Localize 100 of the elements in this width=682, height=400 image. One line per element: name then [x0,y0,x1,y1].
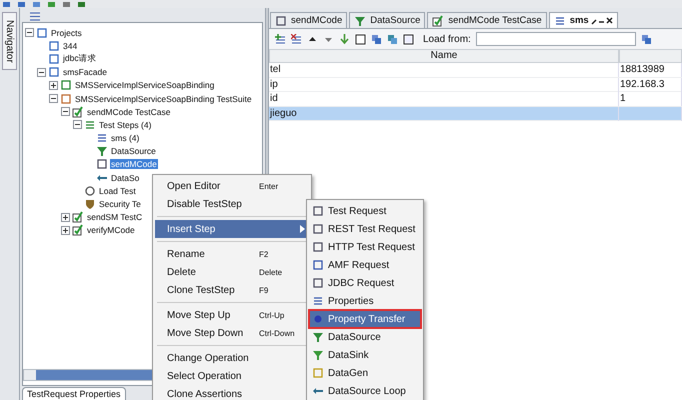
menu-item[interactable]: AMF Request [309,256,421,274]
table-row[interactable]: jieguo [269,106,682,121]
expand-toggle[interactable] [61,212,70,222]
tree-item[interactable]: sendMCode [110,159,158,170]
navigator-tab[interactable]: Navigator [2,12,17,70]
funnel-icon [96,145,108,158]
table-row[interactable]: id 1 [269,92,682,106]
small-box-icon [312,241,324,253]
collapse-toggle[interactable] [49,94,58,104]
small-box-icon [312,205,324,217]
menu-item[interactable]: DataSource [309,328,421,346]
small-box-icon [275,14,287,26]
checkmark-icon [432,14,444,26]
tree-item[interactable]: SMSServiceImplServiceSoapBinding TestSuite [74,94,253,104]
small-box-icon [312,223,324,235]
menu-item[interactable]: Property Transfer [309,310,421,328]
column-header[interactable]: Name [269,49,619,63]
menu-item[interactable]: Rename F2 [155,245,309,263]
menu-item[interactable]: HTTP Test Request [309,238,421,256]
funnel-icon [354,14,366,26]
small-box-icon [48,40,60,52]
list-icon [312,295,324,307]
tree-item[interactable]: sendSM TestC [86,212,144,222]
table-cell: id [269,92,619,106]
menu-item[interactable]: Select Operation [155,367,309,385]
menu-item[interactable]: Test Request [309,202,421,220]
tree-item[interactable]: verifyMCode [86,225,136,236]
table-cell: 18813989 [619,63,682,77]
menu-item[interactable]: Clone Assertions [155,385,309,400]
tree-item[interactable]: smsFacade [62,67,108,78]
small-box-icon [312,367,324,379]
menu-item[interactable]: JDBC Request [309,274,421,292]
menu-item[interactable]: Move Step Up Ctrl-Up [155,306,309,324]
square-icon[interactable] [355,34,366,44]
table-cell: jieguo [269,106,619,120]
tree-item[interactable]: DataSo [110,172,140,183]
editor-tab[interactable]: sendMCode TestCase [427,12,547,28]
editor-tab[interactable]: sms [548,12,618,28]
tree-item[interactable]: jdbc请求 [62,52,98,65]
tree-item[interactable]: DataSource [110,146,157,156]
download-icon[interactable] [339,34,350,44]
editor-tab[interactable]: DataSource [349,12,426,28]
remove-property-icon[interactable] [291,34,302,44]
copy-icon[interactable] [371,34,382,44]
table-cell: tel [269,63,619,77]
menu-item[interactable]: Delete Delete [155,263,309,281]
menu-item[interactable]: Change Operation [155,349,309,367]
add-property-icon[interactable] [275,34,286,44]
list-icon [96,132,108,144]
small-box-icon [312,277,324,289]
expand-toggle[interactable] [61,226,70,235]
square-icon[interactable] [403,34,414,44]
tree-item[interactable]: Security Te [98,199,142,210]
funnel-icon [312,349,324,361]
menu-item[interactable]: Properties [309,292,421,310]
small-box-icon [96,158,108,170]
tree-item[interactable]: 344 [62,40,78,51]
menu-item[interactable]: DataGen [309,364,421,382]
menu-item[interactable]: Clone TestStep F9 [155,281,309,299]
load-from-field[interactable] [476,32,636,46]
collapse-toggle[interactable] [37,68,46,77]
collapse-toggle[interactable] [73,120,82,130]
close-icon[interactable] [590,16,613,24]
table-row[interactable]: ip 192.168.3 [269,78,682,92]
copy-icon[interactable] [387,34,398,44]
menu-item[interactable]: Disable TestStep [155,195,309,213]
tree-item[interactable]: sendMCode TestCase [86,106,172,117]
menu-item[interactable]: Move Step Down Ctrl-Down [155,324,309,342]
checkmark-icon [72,224,84,236]
small-box-icon [48,66,60,78]
checkmark-icon [72,211,84,224]
tree-item[interactable]: SMSServiceImplServiceSoapBinding [74,80,216,90]
menu-item[interactable]: Open Editor Enter [155,177,309,195]
expand-toggle[interactable] [49,80,58,90]
tree-item[interactable]: Projects [50,28,83,38]
small-box-icon [60,92,72,105]
editor-tab[interactable]: sendMCode [270,12,348,28]
menu-item[interactable]: Insert Step [155,220,309,238]
list-icon [84,118,96,131]
collapse-toggle[interactable] [25,28,34,38]
shield-icon [84,198,96,210]
funnel-icon [312,331,324,343]
small-box-icon [60,79,72,92]
small-box-icon [312,259,324,271]
tree-item[interactable]: sms (4) [110,133,140,144]
tree-item[interactable]: Test Steps (4) [98,120,152,130]
list-icon [554,14,566,26]
checkmark-icon [72,106,84,118]
menu-item[interactable]: REST Test Request [309,220,421,238]
copy-icon[interactable] [640,34,652,44]
menu-item[interactable]: DataSource Loop [309,382,421,400]
load-from-label: Load from: [423,34,471,44]
tree-item[interactable]: Load Test [98,186,137,196]
menu-item[interactable]: DataSink [309,346,421,364]
table-row[interactable]: tel 18813989 [269,63,682,78]
small-box-icon [36,26,48,39]
list-icon[interactable] [30,12,40,20]
panel-tab[interactable]: TestRequest Properties [22,387,126,400]
small-box-icon [48,52,60,65]
collapse-toggle[interactable] [61,107,70,116]
